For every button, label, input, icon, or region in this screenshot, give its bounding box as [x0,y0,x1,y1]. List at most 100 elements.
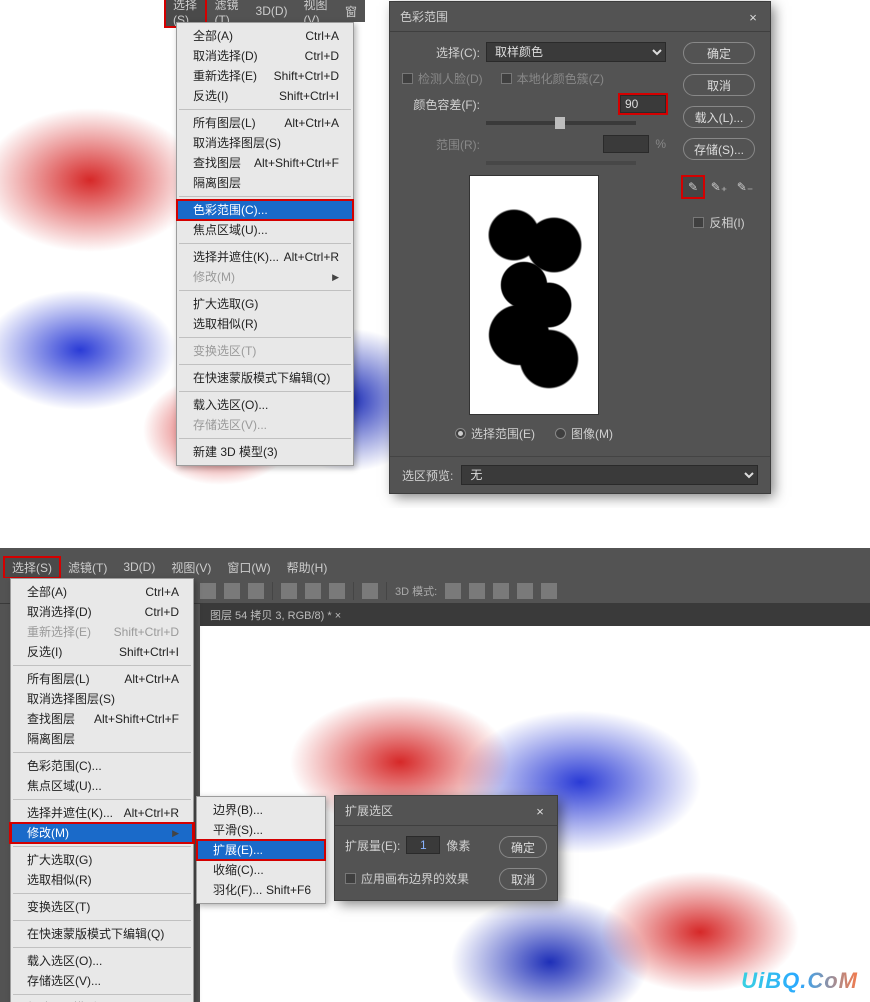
menu-item-grow[interactable]: 扩大选取(G) [11,850,193,870]
menu-window[interactable]: 窗 [337,3,365,20]
preview-thumbnail[interactable] [469,175,599,415]
menu-help[interactable]: 帮助(H) [279,557,336,578]
toolbar-icon[interactable] [469,583,485,599]
invert-checkbox[interactable]: 反相(I) [693,214,744,231]
eyedropper-subtract-icon[interactable]: ✎₋ [734,176,756,198]
dialog-title: 扩展选区 [345,802,393,819]
toolbar-icon[interactable] [362,583,378,599]
menu-item-all[interactable]: 全部(A)Ctrl+A [177,26,353,46]
ok-button[interactable]: 确定 [683,42,755,64]
submenu-item-contract[interactable]: 收缩(C)... [197,860,325,880]
toolbar-icon[interactable] [517,583,533,599]
menu-item-select-mask[interactable]: 选择并遮住(K)...Alt+Ctrl+R [177,247,353,267]
menu-item-quick-mask[interactable]: 在快速蒙版模式下编辑(Q) [11,924,193,944]
toolbar-icon[interactable] [541,583,557,599]
eyedropper-add-icon[interactable]: ✎₊ [708,176,730,198]
menu-separator [179,391,351,392]
submenu-item-smooth[interactable]: 平滑(S)... [197,820,325,840]
menu-item-transform-selection[interactable]: 变换选区(T) [177,341,353,361]
menu-item-grow[interactable]: 扩大选取(G) [177,294,353,314]
menu-filter[interactable]: 滤镜(T) [60,557,115,578]
menu-item-all-layers[interactable]: 所有图层(L)Alt+Ctrl+A [11,669,193,689]
load-button[interactable]: 载入(L)... [683,106,755,128]
menu-item-find-layers[interactable]: 查找图层Alt+Shift+Ctrl+F [11,709,193,729]
select-dropdown[interactable]: 取样颜色 [486,42,666,62]
menu-item-save-selection[interactable]: 存储选区(V)... [11,971,193,991]
eyedropper-icon[interactable]: ✎ [682,176,704,198]
expand-amount-label: 扩展量(E): [345,837,400,854]
menu-item-color-range[interactable]: 色彩范围(C)... [11,756,193,776]
apply-canvas-checkbox[interactable]: 应用画布边界的效果 [345,870,469,887]
range-slider [486,161,636,165]
dialog-titlebar[interactable]: 扩展选区 × [335,796,557,826]
toolbar-icon[interactable] [281,583,297,599]
toolbar-icon[interactable] [493,583,509,599]
watermark: UiBQ.CoM [741,968,858,994]
submenu-item-border[interactable]: 边界(B)... [197,800,325,820]
menu-item-quick-mask[interactable]: 在快速蒙版模式下编辑(Q) [177,368,353,388]
cancel-button[interactable]: 取消 [683,74,755,96]
screenshot-color-range: 选择(S) 滤镜(T) 3D(D) 视图(V) 窗 全部(A)Ctrl+A 取消… [0,0,870,508]
radio-image[interactable]: 图像(M) [555,425,613,442]
toolbar-icon[interactable] [248,583,264,599]
menu-item-isolate-layers[interactable]: 隔离图层 [177,173,353,193]
menu-item-inverse[interactable]: 反选(I)Shift+Ctrl+I [11,642,193,662]
toolbar-icon[interactable] [329,583,345,599]
menu-item-modify[interactable]: 修改(M) [11,823,193,843]
menu-item-deselect-layers[interactable]: 取消选择图层(S) [177,133,353,153]
menu-item-load-selection[interactable]: 载入选区(O)... [11,951,193,971]
menu-item-find-layers[interactable]: 查找图层Alt+Shift+Ctrl+F [177,153,353,173]
toolbar-icon[interactable] [445,583,461,599]
localized-checkbox[interactable]: 本地化颜色簇(Z) [501,70,604,87]
submenu-item-expand[interactable]: 扩展(E)... [197,840,325,860]
eyedropper-tools: ✎ ✎₊ ✎₋ [682,176,756,198]
menu-item-isolate-layers[interactable]: 隔离图层 [11,729,193,749]
menu-item-modify[interactable]: 修改(M) [177,267,353,287]
close-icon[interactable]: × [746,10,760,24]
menu-item-save-selection[interactable]: 存储选区(V)... [177,415,353,435]
toolbar-icon[interactable] [224,583,240,599]
menu-window[interactable]: 窗口(W) [219,557,278,578]
toolbar-icon[interactable] [200,583,216,599]
toolbar-separator [353,582,354,600]
submenu-item-feather[interactable]: 羽化(F)...Shift+F6 [197,880,325,900]
menu-item-select-mask[interactable]: 选择并遮住(K)...Alt+Ctrl+R [11,803,193,823]
selection-preview-label: 选区预览: [402,467,453,484]
menu-item-all[interactable]: 全部(A)Ctrl+A [11,582,193,602]
document-tab[interactable]: 图层 54 拷贝 3, RGB/8) * × [200,604,870,626]
menu-item-inverse[interactable]: 反选(I)Shift+Ctrl+I [177,86,353,106]
menu-item-similar[interactable]: 选取相似(R) [11,870,193,890]
menu-item-deselect[interactable]: 取消选择(D)Ctrl+D [177,46,353,66]
radio-selection[interactable]: 选择范围(E) [455,425,535,442]
detect-faces-checkbox: 检测人脸(D) [402,70,483,87]
menu-item-focus-area[interactable]: 焦点区域(U)... [11,776,193,796]
menu-item-reselect[interactable]: 重新选择(E)Shift+Ctrl+D [11,622,193,642]
menu-3d[interactable]: 3D(D) [115,558,163,576]
menu-item-all-layers[interactable]: 所有图层(L)Alt+Ctrl+A [177,113,353,133]
menu-item-deselect[interactable]: 取消选择(D)Ctrl+D [11,602,193,622]
fuzziness-input[interactable] [620,95,666,113]
menu-select[interactable]: 选择(S) [4,557,60,578]
menu-item-deselect-layers[interactable]: 取消选择图层(S) [11,689,193,709]
menu-item-similar[interactable]: 选取相似(R) [177,314,353,334]
selection-preview-dropdown[interactable]: 无 [461,465,758,485]
menu-item-new-3d[interactable]: 新建 3D 模型(3) [11,998,193,1002]
menu-separator [179,337,351,338]
menu-separator [179,290,351,291]
menu-item-color-range[interactable]: 色彩范围(C)... [177,200,353,220]
close-icon[interactable]: × [533,804,547,818]
dialog-titlebar[interactable]: 色彩范围 × [390,2,770,32]
menu-item-new-3d[interactable]: 新建 3D 模型(3) [177,442,353,462]
cancel-button[interactable]: 取消 [499,868,547,890]
expand-amount-input[interactable] [406,836,440,854]
save-button[interactable]: 存储(S)... [683,138,755,160]
menu-item-transform-selection[interactable]: 变换选区(T) [11,897,193,917]
toolbar-icon[interactable] [305,583,321,599]
menu-view[interactable]: 视图(V) [163,557,219,578]
fuzziness-slider[interactable] [486,121,636,125]
menu-3d[interactable]: 3D(D) [248,4,296,18]
menu-item-reselect[interactable]: 重新选择(E)Shift+Ctrl+D [177,66,353,86]
menu-item-load-selection[interactable]: 载入选区(O)... [177,395,353,415]
ok-button[interactable]: 确定 [499,836,547,858]
menu-item-focus-area[interactable]: 焦点区域(U)... [177,220,353,240]
